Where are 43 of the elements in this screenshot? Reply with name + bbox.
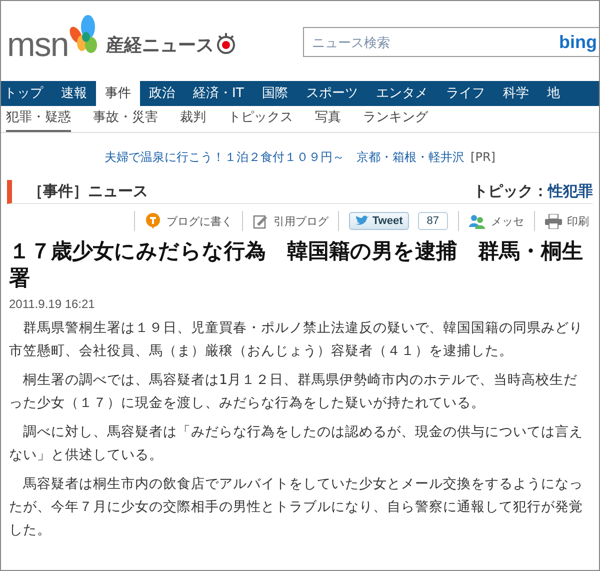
tweet-button[interactable]: Tweet — [349, 212, 409, 230]
nav-tab[interactable]: 政治 — [140, 81, 184, 106]
article-title: １７歳少女にみだらな行為 韓国籍の男を逮捕 群馬・桐生署 — [9, 238, 584, 292]
people-icon — [469, 214, 486, 228]
subnav-tab[interactable]: 事故・災害 — [93, 106, 158, 132]
subnav-tab[interactable]: 犯罪・疑惑 — [6, 106, 71, 132]
subnav-tab[interactable]: 裁判 — [180, 106, 206, 132]
quote-blog-link[interactable]: 引用ブログ — [273, 214, 328, 228]
nav-tab[interactable]: ライフ — [436, 81, 494, 106]
pr-label: [PR] — [470, 150, 496, 164]
tweet-count: 87 — [418, 212, 448, 230]
nav-tab[interactable]: 経済・IT — [184, 81, 253, 106]
speech-bubble-icon — [145, 213, 162, 229]
nav-tab[interactable]: スポーツ — [296, 81, 367, 106]
subnav-tab[interactable]: 写真 — [315, 106, 341, 132]
print-link[interactable]: 印刷 — [567, 214, 589, 228]
article-paragraph: 群馬県警桐生署は１９日、児童買春・ポルノ禁止法違反の疑いで、韓国国籍の同県みどり市笠懸町、会社役員、馬（ま）厳穣（おんじょう）容疑者（４１）を逮捕した。 — [9, 318, 584, 361]
nav-tab[interactable]: 国際 — [252, 81, 297, 106]
bird-icon — [355, 215, 370, 227]
nav-tab[interactable]: 事件 — [96, 81, 140, 106]
article-paragraph: 馬容疑者は桐生市内の飲食店でアルバイトをしていた少女とメール交換をするようになったが、今年７月に少女の交際相手の男性とトラブルになり、自ら警察に通報して犯行が発覚した。 — [9, 474, 584, 540]
nav-tab[interactable]: トップ — [1, 81, 52, 106]
section-title: ［事件］ニュース — [28, 182, 148, 201]
site-logo[interactable]: 産経ニュース — [106, 33, 214, 57]
subnav-tab[interactable]: ランキング — [363, 106, 428, 132]
topic-label: トピック： — [473, 182, 548, 201]
nav-tab[interactable]: エンタメ — [366, 81, 437, 106]
nav-tab[interactable]: 科学 — [494, 81, 538, 106]
nav-tab[interactable]: 地 — [538, 81, 569, 106]
article-paragraph: 調べに対し、馬容疑者は「みだらな行為をしたのは認めるが、現金の供与については言えない」と供述している。 — [9, 422, 584, 465]
msn-logo[interactable]: msn — [7, 26, 68, 64]
article-date: 2011.9.19 16:21 — [9, 296, 96, 311]
pencil-note-icon — [253, 214, 268, 228]
topic-link[interactable]: 性犯罪 — [548, 182, 593, 201]
bing-logo[interactable]: bing — [559, 32, 599, 52]
article-paragraph: 桐生署の調べでは、馬容疑者は1月１２日、群馬県伊勢崎市内のホテルで、当時高校生だった少女（１７）に現金を渡し、みだらな行為をした疑いが持たれている。 — [9, 370, 579, 413]
ad-link[interactable]: 夫婦で温泉に行こう！１泊２食付１０９円～ 京都・箱根・軽井沢 — [104, 150, 465, 164]
nav-tab[interactable]: 速報 — [52, 81, 96, 106]
messenger-link[interactable]: メッセ — [491, 214, 524, 228]
subnav-tab[interactable]: トピックス — [228, 106, 293, 132]
search-field[interactable]: ニュース検索 bing — [303, 27, 599, 57]
blog-write-link[interactable]: ブログに書く — [166, 214, 232, 228]
printer-icon — [545, 214, 562, 228]
